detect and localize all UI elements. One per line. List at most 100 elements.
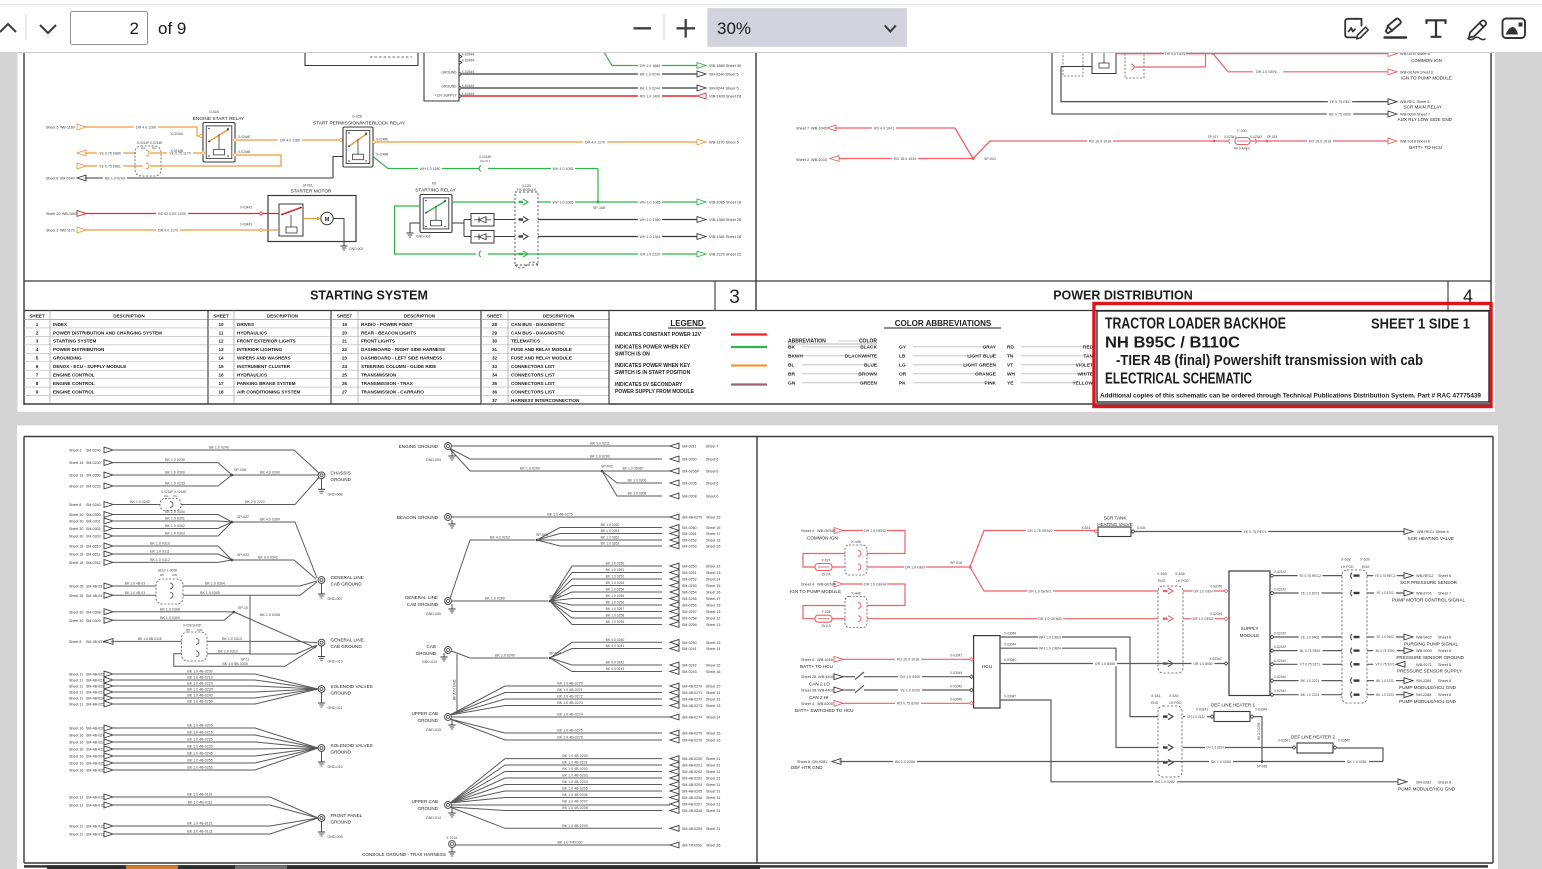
svg-text:CHASSIS: CHASSIS [331, 470, 351, 475]
svg-text:BK 1.0 4B-0203: BK 1.0 4B-0203 [562, 774, 587, 778]
svg-text:DR 1.0 GEN4: DR 1.0 GEN4 [864, 582, 886, 586]
svg-text:BK 1.0 2221: BK 1.0 2221 [1376, 679, 1394, 683]
svg-text:YE 0.75 0881: YE 0.75 0881 [99, 164, 121, 168]
svg-text:SM-4B-0270: SM-4B-0270 [682, 685, 702, 689]
svg-text:BK 1.0 0233: BK 1.0 0233 [165, 482, 185, 486]
svg-text:YE 1.0 9200: YE 1.0 9200 [900, 688, 920, 692]
svg-text:21: 21 [342, 339, 348, 344]
svg-text:X-634: X-634 [1081, 526, 1090, 530]
svg-text:3: 3 [729, 287, 740, 308]
svg-text:BK 1.0 8B-031E: BK 1.0 8B-031E [138, 637, 163, 641]
svg-text:FUSE AND RELAY MODULE: FUSE AND RELAY MODULE [511, 356, 572, 361]
svg-text:SP-018: SP-018 [1267, 135, 1278, 139]
svg-text:X-030#C: X-030#C [1004, 658, 1017, 662]
svg-text:SM-4B-021: SM-4B-021 [86, 679, 104, 683]
svg-text:DR 1.0 GEN/B: DR 1.0 GEN/B [1038, 617, 1062, 621]
svg-text:+12V SUPPLY: +12V SUPPLY [434, 94, 457, 98]
svg-text:GND-013: GND-013 [422, 660, 437, 664]
svg-text:DRIVES: DRIVES [237, 322, 254, 327]
svg-text:SM-4B-013: SM-4B-013 [86, 833, 104, 837]
svg-text:ABBREVIATION: ABBREVIATION [788, 339, 826, 345]
svg-text:BK 1.0 0303: BK 1.0 0303 [165, 532, 185, 536]
svg-text:X-030#7: X-030#7 [1004, 695, 1016, 699]
svg-text:BK 1.0 4B-0202: BK 1.0 4B-0202 [562, 767, 587, 771]
svg-text:BK 1.0 4B-0111: BK 1.0 4B-0111 [188, 801, 213, 805]
svg-text:X-621#2: X-621#2 [1274, 632, 1286, 636]
svg-text:YE 0.75 REC: YE 0.75 REC [1329, 100, 1351, 104]
svg-text:BK 1.0 0208: BK 1.0 0208 [628, 492, 647, 496]
svg-text:17: 17 [218, 381, 224, 386]
svg-text:BK 1.0 4B-0205: BK 1.0 4B-0205 [562, 787, 587, 791]
svg-text:14: 14 [218, 356, 224, 361]
svg-text:WB-GEN/A: WB-GEN/A [817, 583, 837, 587]
svg-text:X-640: X-640 [1169, 694, 1179, 698]
svg-text:X-T01/1: X-T01/1 [446, 836, 458, 840]
svg-text:WH 1.0 1085: WH 1.0 1085 [640, 200, 661, 204]
svg-text:BK 1.0 2223: BK 1.0 2223 [1301, 693, 1320, 697]
svg-text:BK 1.0 0260: BK 1.0 0260 [485, 597, 505, 601]
svg-text:Sheet 12: Sheet 12 [706, 565, 720, 569]
svg-text:Sheet 11: Sheet 11 [69, 685, 83, 689]
svg-text:BK 1.0 0281: BK 1.0 0281 [1347, 760, 1367, 764]
svg-text:OR 1.0 8080: OR 1.0 8080 [1095, 662, 1115, 666]
svg-text:YE 1.0 8701: YE 1.0 8701 [1301, 591, 1320, 595]
svg-text:STARTER MOTOR: STARTER MOTOR [290, 189, 332, 195]
svg-text:SM-4B-0273: SM-4B-0273 [682, 704, 702, 708]
svg-text:WB-1160: WB-1160 [60, 126, 75, 130]
svg-text:BK 2.0 2222: BK 2.0 2222 [245, 500, 265, 504]
svg-text:ENG: ENG [1362, 565, 1370, 569]
svg-text:PRESSURE SENSOR SUPPLY: PRESSURE SENSOR SUPPLY [1397, 669, 1462, 674]
svg-text:18: 18 [218, 389, 224, 394]
svg-text:IGN TO PUMP MODULE: IGN TO PUMP MODULE [790, 589, 841, 594]
svg-text:TELEMATICS: TELEMATICS [511, 339, 540, 344]
svg-text:SM-4B-024: SM-4B-024 [86, 697, 104, 701]
svg-text:DR 1.0 1880: DR 1.0 1880 [640, 64, 660, 68]
svg-text:GROUND: GROUND [418, 718, 439, 723]
svg-text:30: 30 [492, 339, 498, 344]
svg-text:Sheet 17: Sheet 17 [706, 597, 720, 601]
svg-text:RD: RD [1007, 345, 1014, 351]
svg-text:15.0 A: 15.0 A [821, 624, 831, 628]
svg-text:SM-0240: SM-0240 [60, 177, 75, 181]
svg-text:Sheet 11: Sheet 11 [69, 679, 83, 683]
svg-text:SWITCH IS IN START POSITION: SWITCH IS IN START POSITION [615, 370, 691, 376]
svg-text:WH 1.0 CB03: WH 1.0 CB03 [1039, 635, 1061, 639]
svg-text:SM-4B-0201: SM-4B-0201 [682, 764, 702, 768]
svg-text:SM-4B-012: SM-4B-012 [86, 825, 104, 829]
svg-text:34: 34 [492, 373, 498, 378]
svg-text:-TIER 4B (final) Powershift t: -TIER 4B (final) Powershift transmission… [1116, 353, 1423, 369]
svg-text:SM-0250: SM-0250 [682, 565, 697, 569]
svg-text:SCR PRESSURE SENSOR: SCR PRESSURE SENSOR [1400, 580, 1458, 585]
svg-text:Sheet 8: Sheet 8 [46, 177, 58, 181]
svg-text:Sheet 16: Sheet 16 [69, 748, 83, 752]
svg-text:Sheet 18: Sheet 18 [69, 553, 83, 557]
svg-text:BL 0.75 9300: BL 0.75 9300 [1300, 649, 1320, 653]
svg-text:BK 1.0 4B-0208: BK 1.0 4B-0208 [562, 806, 587, 810]
svg-text:BK 1.0 4B-0250: BK 1.0 4B-0250 [187, 700, 212, 704]
svg-text:GREEN: GREEN [860, 381, 878, 387]
svg-text:2: 2 [36, 330, 39, 335]
svg-text:SM-0311: SM-0311 [86, 553, 100, 557]
svg-text:DR 1.0 GEN2: DR 1.0 GEN2 [1193, 617, 1214, 621]
svg-text:Sheet 12: Sheet 12 [69, 833, 83, 837]
svg-text:DEF HTR GND: DEF HTR GND [791, 765, 823, 770]
svg-text:POWER SUPPLY FROM MODULE: POWER SUPPLY FROM MODULE [615, 389, 695, 395]
svg-text:Sheet 4: Sheet 4 [801, 529, 814, 533]
svg-text:BL: BL [788, 363, 794, 369]
svg-text:13: 13 [218, 347, 224, 352]
svg-text:X-638: X-638 [1341, 558, 1351, 562]
svg-text:Sheet 16: Sheet 16 [706, 670, 720, 674]
svg-text:GND-007: GND-007 [328, 597, 343, 601]
svg-text:DR 0.75 GEN/2: DR 0.75 GEN/2 [1028, 529, 1053, 533]
svg-text:X-635#2: X-635#2 [1338, 739, 1350, 743]
svg-text:TRANSMISSION: TRANSMISSION [361, 373, 397, 378]
svg-text:DR 4.0 1170: DR 4.0 1170 [158, 228, 178, 232]
svg-text:BK 1.0 0244: BK 1.0 0244 [640, 86, 660, 90]
svg-text:SM-0240 Sheet 5: SM-0240 Sheet 5 [709, 73, 739, 77]
svg-text:SM-0301: SM-0301 [86, 520, 101, 524]
svg-text:SM-4B-0275: SM-4B-0275 [682, 732, 702, 736]
svg-text:CAN BUS - DIAGNOSTIC: CAN BUS - DIAGNOSTIC [511, 330, 566, 335]
svg-text:SP-083: SP-083 [1257, 765, 1268, 769]
svg-text:UPPER CAB: UPPER CAB [411, 711, 438, 716]
svg-text:29: 29 [492, 330, 498, 335]
